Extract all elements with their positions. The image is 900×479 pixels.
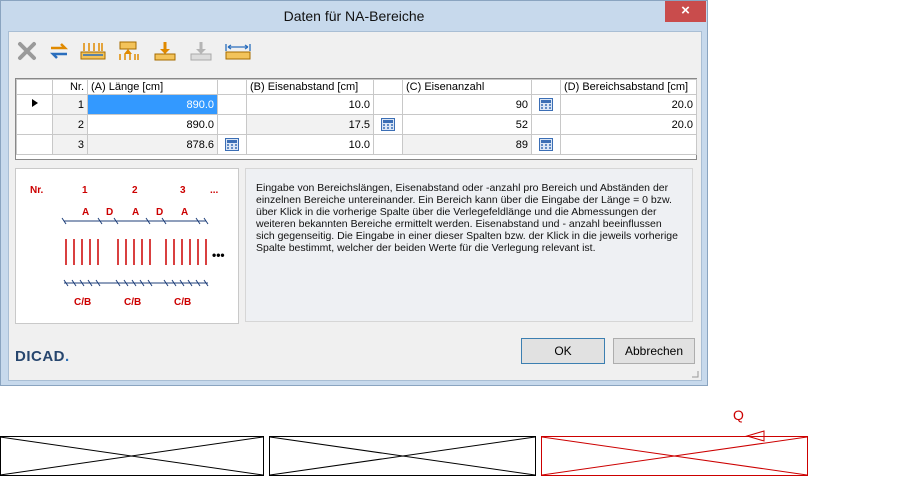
cell-laenge[interactable]: 878.6 bbox=[87, 134, 218, 155]
dialog-title: Daten für NA-Bereiche bbox=[283, 8, 425, 24]
calculator-icon bbox=[539, 98, 553, 111]
move-down-button[interactable] bbox=[151, 39, 179, 63]
legend-number-2: 2 bbox=[132, 185, 138, 196]
legend-label-a1: A bbox=[82, 207, 89, 218]
legend-label-a3: A bbox=[181, 207, 188, 218]
column-header-blank-2 bbox=[373, 79, 403, 95]
current-row-indicator[interactable] bbox=[16, 94, 53, 115]
help-text: Eingabe von Bereichslängen, Eisenabstand… bbox=[245, 168, 693, 322]
cell-eisenanzahl[interactable]: 52 bbox=[402, 114, 532, 135]
placeholder-box-3-selected[interactable] bbox=[541, 430, 808, 476]
ok-button[interactable]: OK bbox=[521, 338, 605, 364]
legend-nr-label: Nr. bbox=[30, 185, 44, 196]
cell-eisenabstand[interactable]: 10.0 bbox=[246, 94, 374, 115]
legend-label-cb3: C/B bbox=[174, 297, 191, 308]
cell-eisenanzahl-calc[interactable] bbox=[531, 94, 561, 115]
column-header-bereichsabstand[interactable]: (D) Bereichsabstand [cm] bbox=[560, 79, 697, 95]
column-header-eisenanzahl[interactable]: (C) Eisenanzahl bbox=[402, 79, 532, 95]
insert-row-above-button[interactable] bbox=[79, 39, 107, 63]
table-row[interactable]: 2 890.0 17.5 52 20.0 bbox=[16, 114, 697, 135]
table-row[interactable]: 3 878.6 10.0 89 bbox=[16, 134, 697, 155]
dialog-content: Nr. (A) Länge [cm] (B) Eisenabstand [cm]… bbox=[8, 31, 702, 381]
cell-nr: 2 bbox=[52, 114, 88, 135]
calculator-icon bbox=[225, 138, 239, 151]
column-header-blank-3 bbox=[531, 79, 561, 95]
cell-eisenanzahl[interactable]: 90 bbox=[402, 94, 532, 115]
logo-text: DICAD bbox=[15, 348, 65, 365]
dimension-line-top bbox=[61, 217, 209, 225]
column-header-laenge[interactable]: (A) Länge [cm] bbox=[87, 79, 218, 95]
row-indicator[interactable] bbox=[16, 134, 53, 155]
delete-icon bbox=[18, 42, 36, 60]
marker-label: Q bbox=[733, 407, 744, 423]
column-header-nr[interactable]: Nr. bbox=[52, 79, 88, 95]
calculator-icon bbox=[381, 118, 395, 131]
placeholder-box-2[interactable] bbox=[269, 436, 536, 476]
cell-eisenabstand-calc[interactable] bbox=[373, 134, 403, 155]
resize-grip-icon[interactable] bbox=[691, 370, 699, 378]
logo-dot: . bbox=[65, 348, 70, 365]
disabled-move-icon bbox=[190, 42, 212, 61]
legend-label-d2: D bbox=[156, 207, 163, 218]
calculator-icon bbox=[539, 138, 553, 151]
move-down-icon bbox=[154, 42, 176, 61]
row-indicator-header bbox=[16, 79, 53, 95]
cell-eisenanzahl[interactable]: 89 bbox=[402, 134, 532, 155]
insert-row-below-button[interactable] bbox=[115, 39, 143, 63]
legend-label-cb1: C/B bbox=[74, 297, 91, 308]
cell-eisenanzahl-calc[interactable] bbox=[531, 134, 561, 155]
legend-ellipsis: ... bbox=[210, 185, 219, 196]
swap-columns-icon bbox=[49, 43, 69, 59]
dicad-logo: DICAD. bbox=[15, 348, 70, 365]
swap-columns-button[interactable] bbox=[47, 39, 71, 63]
legend-number-1: 1 bbox=[82, 185, 88, 196]
cell-nr: 3 bbox=[52, 134, 88, 155]
legend-label-cb2: C/B bbox=[124, 297, 141, 308]
row-indicator[interactable] bbox=[16, 114, 53, 135]
measure-length-button[interactable] bbox=[223, 39, 253, 63]
close-button[interactable]: × bbox=[665, 1, 706, 22]
legend-number-3: 3 bbox=[180, 185, 186, 196]
cell-laenge-calc[interactable] bbox=[217, 94, 247, 115]
cell-nr: 1 bbox=[52, 94, 88, 115]
cell-eisenabstand[interactable]: 10.0 bbox=[246, 134, 374, 155]
cell-laenge-calc[interactable] bbox=[217, 134, 247, 155]
cell-eisenabstand[interactable]: 17.5 bbox=[246, 114, 374, 135]
legend-more-dots: ••• bbox=[212, 248, 225, 262]
cancel-button[interactable]: Abbrechen bbox=[613, 338, 695, 364]
cell-bereichsabstand[interactable]: 20.0 bbox=[560, 114, 697, 135]
table-row[interactable]: 1 890.0 10.0 90 20.0 bbox=[16, 94, 697, 115]
cell-bereichsabstand[interactable]: 20.0 bbox=[560, 94, 697, 115]
insert-row-below-icon bbox=[119, 41, 139, 60]
close-icon: × bbox=[681, 2, 690, 19]
rebar-lines bbox=[65, 239, 207, 265]
column-header-blank-1 bbox=[217, 79, 247, 95]
drawing-area: Q bbox=[0, 378, 900, 476]
placeholder-box-1[interactable] bbox=[0, 436, 264, 476]
table-header-row: Nr. (A) Länge [cm] (B) Eisenabstand [cm]… bbox=[16, 79, 697, 95]
insert-row-above-icon bbox=[80, 43, 106, 60]
cell-eisenanzahl-calc[interactable] bbox=[531, 114, 561, 135]
delete-row-button[interactable] bbox=[15, 39, 39, 63]
legend-diagram: Nr. 1 2 3 ... A D A D A ••• C/B C/B C/B bbox=[15, 168, 239, 324]
legend-label-d1: D bbox=[106, 207, 113, 218]
disabled-move-button[interactable] bbox=[187, 39, 215, 63]
bereiche-table: Nr. (A) Länge [cm] (B) Eisenabstand [cm]… bbox=[15, 78, 697, 160]
cell-eisenabstand-calc[interactable] bbox=[373, 114, 403, 135]
column-header-eisenabstand[interactable]: (B) Eisenabstand [cm] bbox=[246, 79, 374, 95]
legend-label-a2: A bbox=[132, 207, 139, 218]
dialog-window: Daten für NA-Bereiche × Nr. (A) Länge [c… bbox=[0, 0, 708, 386]
dimension-line-bottom bbox=[63, 279, 209, 287]
cell-laenge[interactable]: 890.0 bbox=[87, 94, 218, 115]
cell-laenge[interactable]: 890.0 bbox=[87, 114, 218, 135]
cell-bereichsabstand[interactable] bbox=[560, 134, 697, 155]
row-pointer-icon bbox=[31, 99, 38, 107]
measure-length-icon bbox=[225, 44, 251, 60]
cell-laenge-calc[interactable] bbox=[217, 114, 247, 135]
cell-eisenabstand-calc[interactable] bbox=[373, 94, 403, 115]
